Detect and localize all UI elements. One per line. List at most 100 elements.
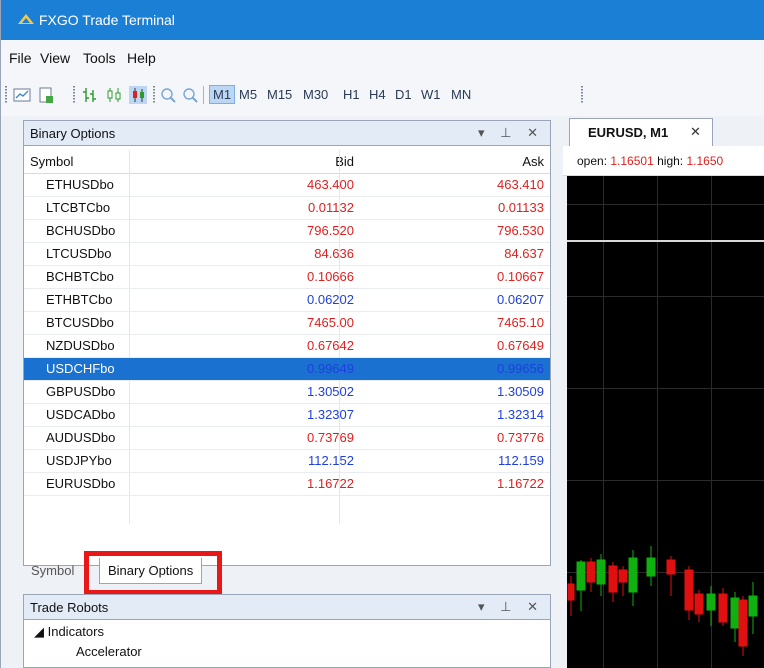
chart-tab-label: EURUSD, M1 xyxy=(588,125,669,140)
table-row[interactable]: EURUSDbo 1.16722 1.16722 xyxy=(24,473,550,496)
row-bid: 1.16722 xyxy=(307,476,354,491)
row-symbol: LTCUSDbo xyxy=(46,246,112,261)
toolbar-grip[interactable] xyxy=(5,86,7,104)
table-row[interactable]: ETHUSDbo 463.400 463.410 xyxy=(24,174,550,197)
menu-bar: File View Tools Help xyxy=(1,40,764,76)
new-chart-icon[interactable] xyxy=(13,86,31,104)
bar-chart-icon[interactable] xyxy=(81,86,99,104)
open-label: open: xyxy=(577,154,608,168)
menu-help[interactable]: Help xyxy=(127,50,156,66)
grid-line xyxy=(567,388,764,389)
panel-controls[interactable]: ▾ ⊥ ✕ xyxy=(478,599,544,615)
zoom-out-icon[interactable] xyxy=(181,86,199,104)
grid-line xyxy=(567,480,764,481)
row-symbol: BCHBTCbo xyxy=(46,269,114,284)
grid-line xyxy=(567,204,764,205)
row-symbol: LTCBTCbo xyxy=(46,200,111,215)
menu-view[interactable]: View xyxy=(40,50,70,66)
row-ask: 1.16722 xyxy=(497,476,544,491)
table-row[interactable]: USDCHFbo 0.99649 0.99656 xyxy=(24,358,550,381)
panel-controls[interactable]: ▾ ⊥ ✕ xyxy=(478,125,544,141)
menu-tools[interactable]: Tools xyxy=(83,50,116,66)
timeframe-w1[interactable]: W1 xyxy=(419,87,443,102)
timeframe-m5[interactable]: M5 xyxy=(237,87,259,102)
row-symbol: EURUSDbo xyxy=(46,476,116,491)
timeframe-m1[interactable]: M1 xyxy=(209,85,236,104)
row-bid: 112.152 xyxy=(307,453,354,468)
price-chart[interactable] xyxy=(567,176,764,668)
row-symbol: ETHBTCbo xyxy=(46,292,113,307)
column-symbol[interactable]: Symbol xyxy=(30,154,73,169)
highlight-annotation xyxy=(84,551,222,595)
row-ask: 0.01133 xyxy=(497,200,544,215)
timeframe-d1[interactable]: D1 xyxy=(393,87,414,102)
tab-symbols[interactable]: Symbol xyxy=(23,558,82,584)
row-ask: 0.73776 xyxy=(497,430,544,445)
close-icon[interactable]: ✕ xyxy=(690,124,701,140)
toolbar-grip-3[interactable] xyxy=(153,86,155,104)
chart-tab[interactable]: EURUSD, M1 ✕ xyxy=(569,118,713,146)
row-symbol: BCHUSDbo xyxy=(46,223,116,238)
row-bid: 0.10666 xyxy=(307,269,354,284)
toolbar-separator xyxy=(203,86,204,104)
table-row[interactable]: NZDUSDbo 0.67642 0.67649 xyxy=(24,335,550,358)
row-ask: 7465.10 xyxy=(497,315,544,330)
row-symbol: USDCHFbo xyxy=(46,361,115,376)
candlestick-icon[interactable] xyxy=(105,86,123,104)
table-row[interactable]: BCHUSDbo 796.520 796.530 xyxy=(24,220,550,243)
toolbar-grip-4[interactable] xyxy=(581,86,583,104)
tree-item-indicators[interactable]: ◢ Indicators xyxy=(34,624,104,640)
tree-item-accelerator[interactable]: Accelerator xyxy=(76,644,142,659)
row-bid: 7465.00 xyxy=(307,315,354,330)
table-row[interactable]: USDJPYbo 112.152 112.159 xyxy=(24,450,550,473)
row-ask: 84.637 xyxy=(504,246,544,261)
binary-options-title: Binary Options xyxy=(30,126,116,141)
table-row[interactable]: LTCUSDbo 84.636 84.637 xyxy=(24,243,550,266)
row-symbol: BTCUSDbo xyxy=(46,315,114,330)
table-row[interactable]: LTCBTCbo 0.01132 0.01133 xyxy=(24,197,550,220)
row-ask: 1.30509 xyxy=(497,384,544,399)
row-ask: 0.06207 xyxy=(497,292,544,307)
trade-robots-title: Trade Robots xyxy=(30,600,109,615)
trade-robots-panel: ◢ Indicators Accelerator xyxy=(23,620,551,668)
table-header: Symbol Bid Ask xyxy=(24,150,550,174)
timeframe-h4[interactable]: H4 xyxy=(367,87,388,102)
row-bid: 0.73769 xyxy=(307,430,354,445)
table-row[interactable]: USDCADbo 1.32307 1.32314 xyxy=(24,404,550,427)
row-bid: 0.06202 xyxy=(307,292,354,307)
table-row[interactable]: AUDUSDbo 0.73769 0.73776 xyxy=(24,427,550,450)
table-row[interactable]: BCHBTCbo 0.10666 0.10667 xyxy=(24,266,550,289)
row-bid: 0.67642 xyxy=(307,338,354,353)
table-row[interactable]: GBPUSDbo 1.30502 1.30509 xyxy=(24,381,550,404)
table-row[interactable]: ETHBTCbo 0.06202 0.06207 xyxy=(24,289,550,312)
row-ask: 796.530 xyxy=(497,223,544,238)
high-value: 1.1650 xyxy=(686,154,724,168)
row-ask: 1.32314 xyxy=(497,407,544,422)
price-level-line xyxy=(567,240,764,242)
template-icon[interactable] xyxy=(37,86,55,104)
row-bid: 0.99649 xyxy=(307,361,354,376)
row-bid: 1.32307 xyxy=(307,407,354,422)
toolbar-grip-2[interactable] xyxy=(73,86,75,104)
table-row[interactable]: BTCUSDbo 7465.00 7465.10 xyxy=(24,312,550,335)
row-symbol: USDCADbo xyxy=(46,407,116,422)
trade-robots-header[interactable]: Trade Robots ▾ ⊥ ✕ xyxy=(23,594,551,620)
column-ask[interactable]: Ask xyxy=(522,154,544,169)
title-bar[interactable]: FXGO Trade Terminal xyxy=(1,0,764,40)
timeframe-m30[interactable]: M30 xyxy=(301,87,330,102)
timeframe-mn[interactable]: MN xyxy=(449,87,473,102)
row-bid: 796.520 xyxy=(307,223,354,238)
line-chart-icon[interactable] xyxy=(129,86,147,104)
timeframe-m15[interactable]: M15 xyxy=(265,87,294,102)
zoom-in-icon[interactable] xyxy=(159,86,177,104)
row-bid: 463.400 xyxy=(307,177,354,192)
menu-file[interactable]: File xyxy=(9,50,32,66)
app-logo-icon xyxy=(18,14,34,24)
binary-options-header[interactable]: Binary Options ▾ ⊥ ✕ xyxy=(23,120,551,146)
grid-line xyxy=(567,296,764,297)
timeframe-h1[interactable]: H1 xyxy=(341,87,362,102)
app-title: FXGO Trade Terminal xyxy=(39,12,175,28)
row-symbol: USDJPYbo xyxy=(46,453,112,468)
row-bid: 1.30502 xyxy=(307,384,354,399)
app-window: FXGO Trade Terminal File View Tools Help xyxy=(0,0,764,668)
